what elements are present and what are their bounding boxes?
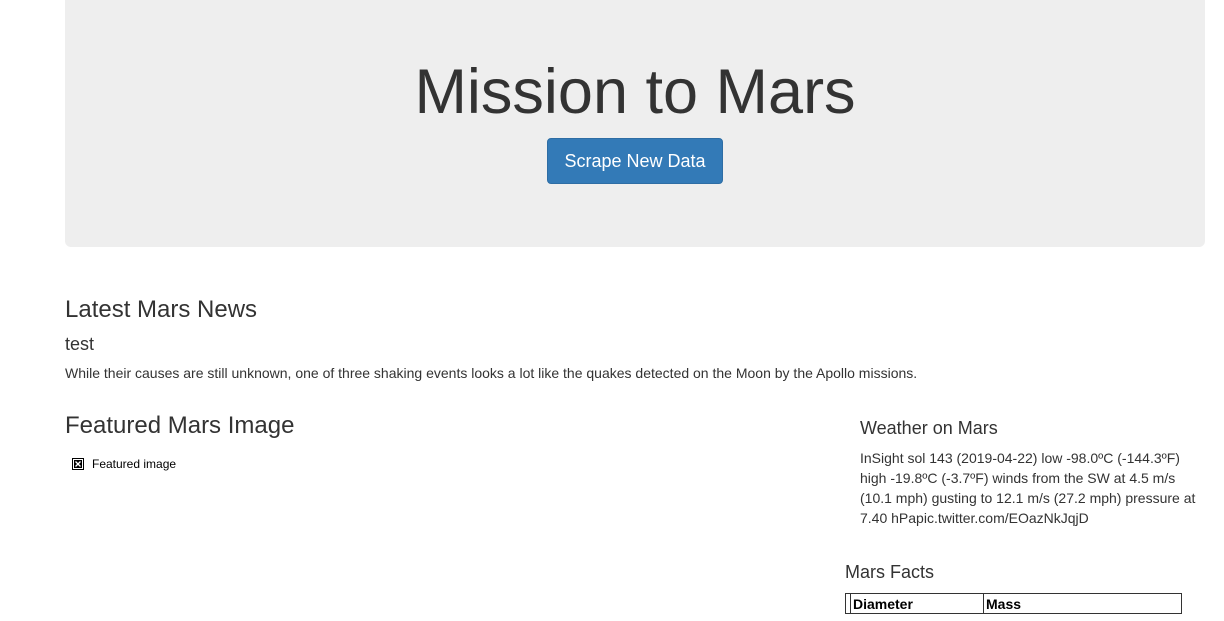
table-header-row: Diameter Mass [845, 593, 1182, 614]
latest-news-heading: Latest Mars News [65, 296, 258, 323]
weather-text: InSight sol 143 (2019-04-22) low -98.0ºC… [860, 450, 1196, 526]
news-title: test [65, 334, 95, 354]
scrape-new-data-button[interactable]: Scrape New Data [547, 138, 723, 184]
featured-image-heading: Featured Mars Image [65, 412, 295, 439]
weather-heading: Weather on Mars [860, 418, 998, 438]
page-title: Mission to Mars [414, 57, 856, 127]
featured-image[interactable]: Featured image [72, 456, 176, 472]
mars-facts-table: Diameter Mass [845, 593, 1182, 614]
table-header-diameter: Diameter [850, 593, 984, 614]
table-header-mass: Mass [983, 593, 1182, 614]
news-teaser: While their causes are still unknown, on… [65, 365, 918, 381]
featured-image-alt-text: Featured image [92, 457, 177, 471]
jumbotron-header: Mission to Mars Scrape New Data [65, 0, 1205, 247]
mars-facts-heading: Mars Facts [845, 562, 935, 582]
broken-image-icon [72, 458, 84, 470]
